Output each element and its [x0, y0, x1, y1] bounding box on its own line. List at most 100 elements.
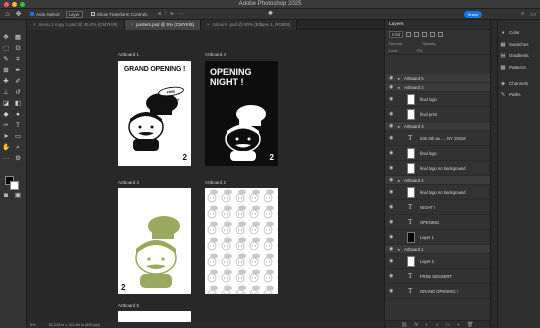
- shape-tool-icon[interactable]: ▭: [14, 133, 22, 141]
- filter-adjustment-icon[interactable]: [414, 32, 420, 37]
- visibility-eye-icon[interactable]: ◉: [389, 111, 393, 117]
- artboard-4[interactable]: OPENING NIGHT ! 2: [205, 61, 278, 166]
- visibility-eye-icon[interactable]: ◉: [389, 177, 393, 183]
- quick-mask-icon[interactable]: ◙: [2, 192, 10, 200]
- artboard-2-label[interactable]: Artboard 2: [205, 180, 226, 185]
- auto-select-check[interactable]: [30, 12, 34, 16]
- layer-style-icon[interactable]: fx: [414, 322, 418, 328]
- marquee-tool-icon[interactable]: ⬚: [2, 45, 10, 53]
- swatches-panel-item[interactable]: ▦ Swatches: [500, 40, 540, 49]
- layer-row[interactable]: ◉ T OPENING: [385, 215, 490, 230]
- zoom-tool-icon[interactable]: ⌕: [14, 144, 22, 152]
- artboard-tool-icon[interactable]: ▦: [14, 34, 22, 42]
- visibility-eye-icon[interactable]: ◉: [389, 165, 393, 171]
- visibility-eye-icon[interactable]: ◉: [389, 258, 393, 264]
- layer-row[interactable]: ◉ T GRAND OPENING !: [385, 284, 490, 299]
- artboard-3-label[interactable]: Artboard 3: [118, 180, 139, 185]
- eyedropper-tool-icon[interactable]: ✒: [14, 67, 22, 75]
- artboard-2[interactable]: [205, 188, 278, 294]
- layer-row[interactable]: ◉ T NIGHT !: [385, 200, 490, 215]
- lasso-tool-icon[interactable]: ʘ: [14, 45, 22, 53]
- blur-tool-icon[interactable]: ◆: [2, 111, 10, 119]
- path-select-tool-icon[interactable]: ➤: [2, 133, 10, 141]
- blend-mode-dropdown[interactable]: Normal: [389, 41, 402, 46]
- visibility-eye-icon[interactable]: ◉: [389, 189, 393, 195]
- artboard-1-label[interactable]: Artboard 1: [118, 52, 139, 57]
- workspace-icon[interactable]: ▭: [530, 11, 536, 18]
- visibility-eye-icon[interactable]: ◉: [389, 273, 393, 279]
- 3d-mode-icon[interactable]: ✺: [268, 10, 273, 17]
- edit-toolbar-icon[interactable]: ⚙: [14, 155, 22, 163]
- align-right-icon[interactable]: ⫸: [170, 11, 173, 18]
- adjustment-layer-icon[interactable]: ◑: [435, 322, 438, 328]
- layer-row[interactable]: ◉ Layer 1: [385, 230, 490, 245]
- color-panel-item[interactable]: ◕ Color: [500, 28, 540, 37]
- visibility-eye-icon[interactable]: ◉: [389, 75, 393, 81]
- artboard-1[interactable]: GRAND OPENING ! FREE DESSERT 2: [118, 61, 191, 166]
- healing-brush-tool-icon[interactable]: ✚: [2, 78, 10, 86]
- channels-panel-item[interactable]: ◈ Channels: [500, 79, 540, 88]
- crop-tool-icon[interactable]: ⌗: [14, 56, 22, 64]
- fill-label[interactable]: Fill:: [417, 48, 423, 53]
- share-button[interactable]: Share: [464, 10, 482, 18]
- layer-row[interactable]: ◉ Layer 2: [385, 254, 490, 269]
- quick-select-tool-icon[interactable]: ✎: [2, 56, 10, 64]
- patterns-panel-item[interactable]: ▩ Patterns: [500, 63, 540, 72]
- auto-select-checkbox[interactable]: Auto-Select: Layer: [30, 10, 83, 18]
- visibility-eye-icon[interactable]: ◉: [389, 246, 393, 252]
- layer-row[interactable]: ◉ final logo: [385, 146, 490, 161]
- visibility-eye-icon[interactable]: ◉: [389, 150, 393, 156]
- visibility-eye-icon[interactable]: ◉: [389, 123, 393, 129]
- paths-panel-item[interactable]: ✎ Paths: [500, 90, 540, 99]
- show-transform-check[interactable]: [90, 12, 95, 16]
- filter-smart-object-icon[interactable]: [438, 32, 444, 37]
- search-icon[interactable]: ⌕: [521, 11, 524, 18]
- artboard-3[interactable]: 2: [118, 188, 191, 294]
- new-layer-icon[interactable]: +: [457, 322, 460, 328]
- artboard-4-label[interactable]: Artboard 4: [205, 52, 226, 57]
- brush-tool-icon[interactable]: ✐: [14, 78, 22, 86]
- add-mask-icon[interactable]: ◐: [425, 322, 428, 328]
- layer-row[interactable]: ◉ final logo no background: [385, 161, 490, 176]
- type-tool-icon[interactable]: T: [14, 122, 22, 130]
- visibility-eye-icon[interactable]: ◉: [389, 204, 393, 210]
- align-left-icon[interactable]: ⫷: [158, 11, 161, 18]
- layer-group-row[interactable]: ◉ ▸ Artboard 4: [385, 176, 490, 185]
- screen-mode-icon[interactable]: ▣: [14, 192, 22, 200]
- tab-posters[interactable]: × posters.psd @ 5% (CMYK/8): [124, 20, 201, 30]
- visibility-eye-icon[interactable]: ◉: [389, 84, 393, 90]
- more-options-icon[interactable]: ···: [178, 11, 184, 17]
- history-brush-tool-icon[interactable]: ↺: [14, 89, 22, 97]
- delete-layer-icon[interactable]: 🗑: [467, 322, 473, 328]
- gradients-panel-item[interactable]: ▤ Gradients: [500, 51, 540, 60]
- visibility-eye-icon[interactable]: ◉: [389, 288, 393, 294]
- close-tab-icon[interactable]: ×: [131, 22, 134, 27]
- opacity-label[interactable]: Opacity:: [422, 41, 437, 46]
- layer-row[interactable]: ◉ T 536 Sth av ..., NY 10018: [385, 131, 490, 146]
- move-icon[interactable]: ✥: [15, 11, 22, 18]
- expand-arrow-icon[interactable]: ▸: [398, 124, 400, 130]
- layer-row[interactable]: ◉ final logo no background: [385, 185, 490, 200]
- layer-group-row[interactable]: ◉ ▸ Artboard 2: [385, 83, 490, 92]
- layer-row[interactable]: ◉ T FREE DESSERT: [385, 269, 490, 284]
- artboard-5-label[interactable]: Artboard 5: [118, 303, 139, 308]
- more-tools-icon[interactable]: ···: [2, 155, 10, 163]
- dodge-tool-icon[interactable]: ●: [14, 111, 22, 119]
- visibility-eye-icon[interactable]: ◉: [389, 135, 393, 141]
- visibility-eye-icon[interactable]: ◉: [389, 96, 393, 102]
- auto-select-target-dropdown[interactable]: Layer: [65, 10, 83, 18]
- filter-pixel-icon[interactable]: [406, 32, 412, 37]
- link-layers-icon[interactable]: ⛓: [401, 322, 407, 328]
- visibility-eye-icon[interactable]: ◉: [389, 234, 393, 240]
- home-icon[interactable]: ⌂: [4, 11, 11, 18]
- expand-arrow-icon[interactable]: ▸: [398, 247, 400, 253]
- expand-arrow-icon[interactable]: ▸: [398, 76, 400, 82]
- expand-arrow-icon[interactable]: ▸: [398, 178, 400, 184]
- frame-tool-icon[interactable]: ⊠: [2, 67, 10, 75]
- layer-row[interactable]: ◉ final print: [385, 107, 490, 122]
- eraser-tool-icon[interactable]: ◪: [2, 100, 10, 108]
- expand-arrow-icon[interactable]: ▸: [398, 85, 400, 91]
- clone-stamp-tool-icon[interactable]: ⊥: [2, 89, 10, 97]
- hand-tool-icon[interactable]: ✋: [2, 144, 10, 152]
- layers-panel-title[interactable]: Layers: [385, 20, 490, 30]
